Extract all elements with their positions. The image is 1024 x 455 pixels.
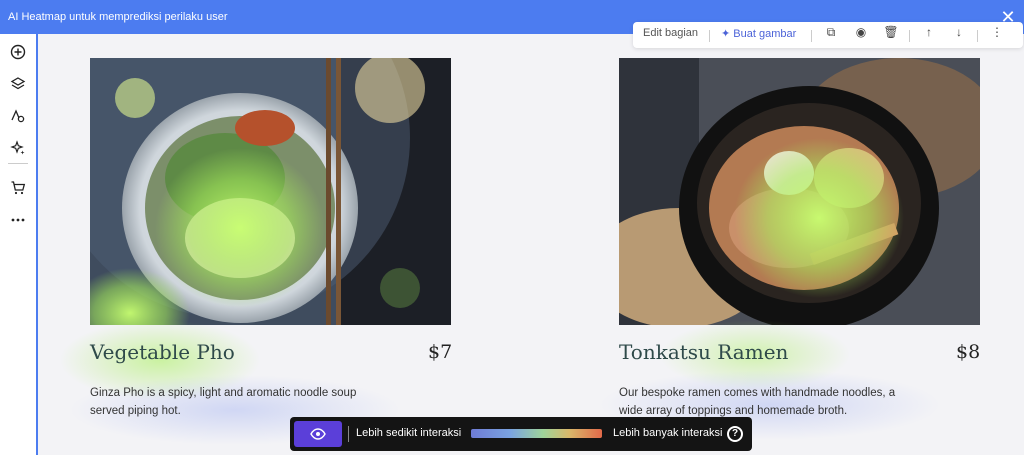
toggle-heatmap-button[interactable]	[294, 421, 342, 447]
section-toolbar: Edit bagian ✦ Buat gambar ⧉ ◉ 🗑 ↑ ↓ ⋮	[633, 22, 1023, 48]
eye-icon[interactable]: ◉	[853, 25, 869, 41]
tonkatsu-ramen-image	[619, 58, 980, 325]
arrow-down-icon[interactable]: ↓	[951, 25, 967, 41]
sidebar-divider	[8, 163, 28, 164]
vegetable-pho-image	[90, 58, 451, 325]
text-style-icon[interactable]	[9, 107, 27, 125]
editor-sidebar	[0, 34, 38, 455]
legend-low-label: Lebih sedikit interaksi	[356, 427, 462, 439]
layers-icon[interactable]	[9, 75, 27, 93]
header-title: AI Heatmap untuk memprediksi perilaku us…	[8, 11, 228, 23]
heatmap-legend: Lebih sedikit interaksi Lebih banyak int…	[290, 417, 752, 451]
more-icon[interactable]	[9, 211, 27, 229]
add-circle-icon[interactable]	[9, 43, 27, 61]
ai-image-button[interactable]: ✦ Buat gambar	[721, 27, 796, 40]
more-vertical-icon[interactable]: ⋮	[989, 25, 1005, 41]
toolbar-divider	[977, 30, 978, 42]
help-icon[interactable]: ?	[727, 426, 743, 442]
dish-title: Tonkatsu Ramen	[619, 340, 789, 364]
edit-section-button[interactable]: Edit bagian	[643, 27, 698, 39]
arrow-up-icon[interactable]: ↑	[921, 25, 937, 41]
dish-description: Ginza Pho is a spicy, light and aromatic…	[90, 387, 357, 417]
delete-icon[interactable]: 🗑	[883, 25, 899, 41]
legend-divider	[348, 426, 349, 442]
dish-description: Our bespoke ramen comes with handmade no…	[619, 387, 896, 417]
toolbar-divider	[709, 30, 710, 42]
ai-image-label: Buat gambar	[733, 28, 797, 40]
cart-icon[interactable]	[9, 179, 27, 197]
legend-high-label: Lebih banyak interaksi	[613, 427, 723, 439]
legend-gradient	[471, 429, 602, 438]
copy-icon[interactable]: ⧉	[823, 25, 839, 41]
eye-icon	[310, 428, 326, 440]
dish-title: Vegetable Pho	[90, 340, 235, 364]
toolbar-divider	[909, 30, 910, 42]
dish-price: $8	[956, 341, 981, 363]
sparkle-icon[interactable]	[9, 139, 27, 157]
dish-price: $7	[428, 341, 453, 363]
toolbar-divider	[811, 30, 812, 42]
